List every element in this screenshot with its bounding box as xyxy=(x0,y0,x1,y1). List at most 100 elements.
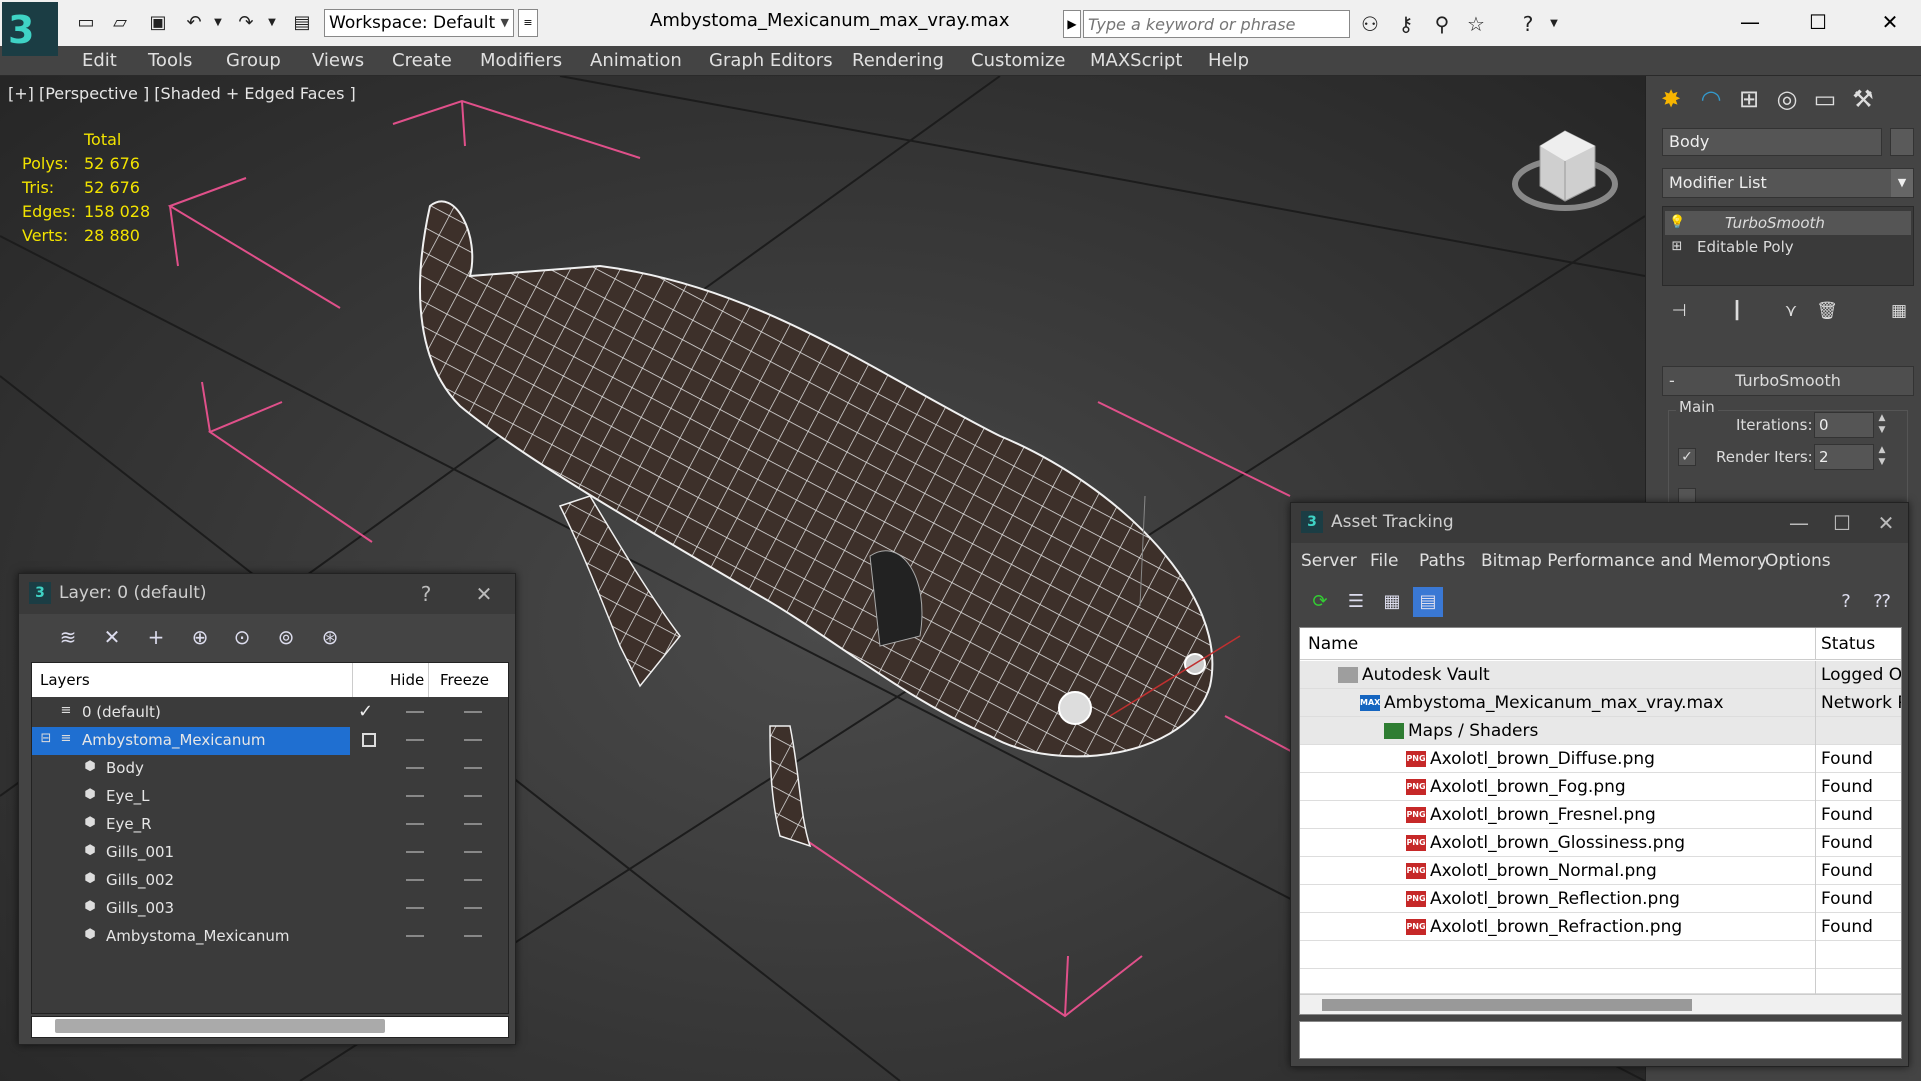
minimize-icon[interactable]: — xyxy=(1730,6,1770,38)
hide-toggle[interactable] xyxy=(406,879,424,881)
layer-manager-icon[interactable]: ≋ xyxy=(53,622,83,652)
freeze-toggle[interactable] xyxy=(464,907,482,909)
close-icon[interactable]: ✕ xyxy=(1871,509,1901,537)
create-tab-icon[interactable]: ✸ xyxy=(1654,82,1688,116)
new-file-icon[interactable]: ▭ xyxy=(74,12,98,34)
help-context-icon[interactable]: ⁇ xyxy=(1867,587,1897,617)
column-status[interactable]: Status xyxy=(1821,634,1875,654)
lightbulb-icon[interactable]: 💡 xyxy=(1669,211,1685,235)
modify-tab-icon[interactable]: ◠ xyxy=(1694,82,1728,116)
asset-row[interactable]: PNG Axolotl_brown_Fresnel.png Found xyxy=(1300,801,1901,829)
asset-row[interactable]: PNG Axolotl_brown_Refraction.png Found xyxy=(1300,913,1901,941)
menu-modifiers[interactable]: Modifiers xyxy=(480,50,562,71)
asset-row[interactable]: PNG Axolotl_brown_Reflection.png Found xyxy=(1300,885,1901,913)
search-expand-icon[interactable]: ▶ xyxy=(1063,10,1081,38)
menu-maxscript[interactable]: MAXScript xyxy=(1090,50,1182,71)
asset-row[interactable]: Autodesk Vault Logged Ou xyxy=(1300,661,1901,689)
horizontal-scrollbar[interactable] xyxy=(1300,994,1901,1014)
hide-all-icon[interactable]: ⊛ xyxy=(315,622,345,652)
hide-toggle[interactable] xyxy=(406,851,424,853)
open-file-icon[interactable]: ▱ xyxy=(108,12,132,34)
app-menu-button[interactable]: 3 xyxy=(2,2,58,56)
iterations-spinner[interactable]: 0 xyxy=(1814,412,1874,438)
view-cube[interactable] xyxy=(1512,130,1618,211)
make-unique-icon[interactable]: ⋎ xyxy=(1776,296,1806,326)
asset-row[interactable]: PNG Axolotl_brown_Fog.png Found xyxy=(1300,773,1901,801)
star-icon[interactable]: ☆ xyxy=(1462,10,1490,38)
asset-row[interactable]: MAX Ambystoma_Mexicanum_max_vray.max Netwo… xyxy=(1300,689,1901,717)
utilities-tab-icon[interactable]: ⚒ xyxy=(1846,82,1880,116)
help-dropdown-icon[interactable]: ▼ xyxy=(1540,10,1568,38)
scrollbar-thumb[interactable] xyxy=(55,1019,385,1033)
freeze-toggle[interactable] xyxy=(464,879,482,881)
menu-file[interactable]: File xyxy=(1370,551,1398,571)
workspace-menu-button[interactable]: ≡ xyxy=(518,9,538,37)
freeze-toggle[interactable] xyxy=(464,711,482,713)
project-folder-icon[interactable]: ▤ xyxy=(290,12,314,34)
minimize-icon[interactable]: — xyxy=(1784,509,1814,537)
object-row[interactable]: ⬢ Eye_L xyxy=(32,783,508,811)
table-view-icon[interactable]: ▤ xyxy=(1413,587,1443,617)
object-row[interactable]: ⬢ Ambystoma_Mexicanum xyxy=(32,923,508,951)
menu-paths[interactable]: Paths xyxy=(1419,551,1465,571)
maximize-icon[interactable]: ☐ xyxy=(1798,6,1838,38)
layer-row[interactable]: ⊟ ≡ Ambystoma_Mexicanum xyxy=(32,727,508,755)
menu-help[interactable]: Help xyxy=(1208,50,1249,71)
menu-graph-editors[interactable]: Graph Editors xyxy=(709,50,833,71)
freeze-toggle[interactable] xyxy=(464,935,482,937)
collapse-icon[interactable]: ⊟ xyxy=(38,731,54,747)
object-row[interactable]: ⬢ Eye_R xyxy=(32,811,508,839)
help-icon[interactable]: ? xyxy=(1514,10,1542,38)
search-input[interactable] xyxy=(1083,10,1350,38)
highlight-layer-icon[interactable]: ⊚ xyxy=(271,622,301,652)
dialog-title-bar[interactable]: 3 Layer: 0 (default) ? ✕ xyxy=(19,574,515,614)
stack-item-editable-poly[interactable]: ⊞ Editable Poly xyxy=(1665,235,1911,259)
column-layers[interactable]: Layers xyxy=(40,671,90,689)
menu-options[interactable]: Options xyxy=(1765,551,1831,571)
asset-row[interactable]: PNG Axolotl_brown_Diffuse.png Found xyxy=(1300,745,1901,773)
object-row[interactable]: ⬢ Gills_001 xyxy=(32,839,508,867)
redo-icon[interactable]: ↷ xyxy=(234,12,258,34)
hide-toggle[interactable] xyxy=(406,739,424,741)
object-row[interactable]: ⬢ Gills_002 xyxy=(32,867,508,895)
hide-toggle[interactable] xyxy=(406,711,424,713)
scrollbar-thumb[interactable] xyxy=(1322,999,1692,1011)
motion-tab-icon[interactable]: ◎ xyxy=(1770,82,1804,116)
axolotl-wireframe-model[interactable] xyxy=(419,200,1241,848)
asset-row[interactable]: PNG Axolotl_brown_Normal.png Found xyxy=(1300,857,1901,885)
menu-tools[interactable]: Tools xyxy=(148,50,192,71)
object-row[interactable]: ⬢ Gills_003 xyxy=(32,895,508,923)
freeze-toggle[interactable] xyxy=(464,823,482,825)
hide-toggle[interactable] xyxy=(406,767,424,769)
menu-animation[interactable]: Animation xyxy=(590,50,682,71)
save-icon[interactable]: ▣ xyxy=(146,12,170,34)
list-view-icon[interactable]: ☰ xyxy=(1341,587,1371,617)
menu-customize[interactable]: Customize xyxy=(971,50,1065,71)
hierarchy-tab-icon[interactable]: ⊞ xyxy=(1732,82,1766,116)
expand-plus-icon[interactable]: ⊞ xyxy=(1669,235,1685,259)
help-icon[interactable]: ? xyxy=(411,580,441,608)
display-tab-icon[interactable]: ▭ xyxy=(1808,82,1842,116)
viewport-label[interactable]: [+] [Perspective ] [Shaded + Edged Faces… xyxy=(8,84,356,103)
freeze-toggle[interactable] xyxy=(464,767,482,769)
refresh-icon[interactable]: ⟳ xyxy=(1305,587,1335,617)
hide-toggle[interactable] xyxy=(406,935,424,937)
menu-server[interactable]: Server xyxy=(1301,551,1357,571)
current-layer-check-icon[interactable]: ✓ xyxy=(358,701,373,722)
thumbnail-view-icon[interactable]: ▦ xyxy=(1377,587,1407,617)
remove-modifier-icon[interactable]: 🗑 xyxy=(1812,296,1842,326)
close-icon[interactable]: ✕ xyxy=(469,580,499,608)
close-icon[interactable]: ✕ xyxy=(1870,6,1910,38)
menu-edit[interactable]: Edit xyxy=(82,50,117,71)
render-iters-checkbox[interactable]: ✓ xyxy=(1678,448,1696,466)
add-selection-icon[interactable]: ⊕ xyxy=(185,622,215,652)
dialog-title-bar[interactable]: 3 Asset Tracking — ☐ ✕ xyxy=(1291,503,1908,543)
delete-layer-icon[interactable]: ✕ xyxy=(97,622,127,652)
column-freeze[interactable]: Freeze xyxy=(440,671,489,689)
object-name-field[interactable]: Body xyxy=(1662,128,1882,156)
menu-bitmap-performance[interactable]: Bitmap Performance and Memory xyxy=(1481,551,1767,571)
stack-item-turbosmooth[interactable]: 💡 TurboSmooth xyxy=(1665,211,1911,235)
workspace-select[interactable]: Workspace: Default ▼ xyxy=(324,9,514,37)
object-color-swatch[interactable] xyxy=(1890,128,1914,156)
column-name[interactable]: Name xyxy=(1308,634,1358,654)
